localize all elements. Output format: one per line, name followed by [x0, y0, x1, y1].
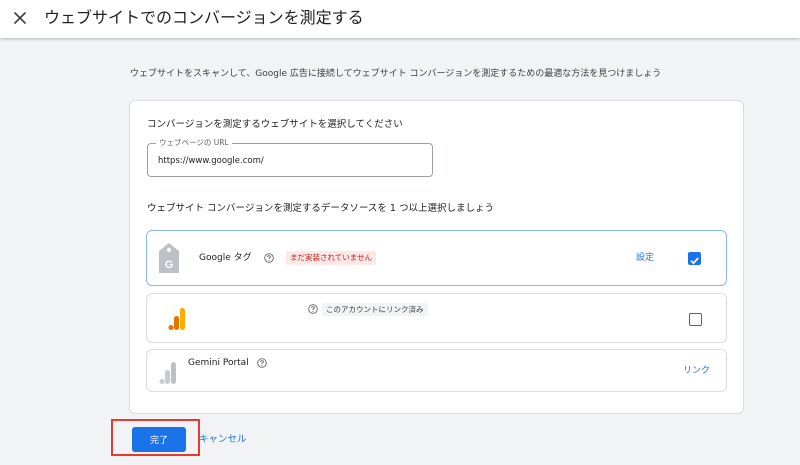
help-icon[interactable] — [257, 358, 267, 368]
google-tag-icon: G — [159, 243, 179, 273]
linked-badge: このアカウントにリンク済み — [322, 303, 428, 316]
not-implemented-badge: まだ実装されていません — [286, 251, 377, 265]
url-input[interactable] — [158, 154, 418, 168]
close-button[interactable] — [10, 8, 30, 28]
cancel-button[interactable]: キャンセル — [199, 433, 247, 447]
url-field-label: ウェブページの URL — [156, 138, 232, 148]
google-tag-name: Google タグ — [199, 253, 252, 263]
url-field[interactable]: ウェブページの URL — [147, 138, 433, 177]
website-section-title: コンバージョンを測定するウェブサイトを選択してください — [147, 119, 403, 130]
page-title: ウェブサイトでのコンバージョンを測定する — [44, 8, 364, 27]
link-gemini-portal[interactable]: リンク — [683, 365, 710, 378]
check-icon — [690, 257, 699, 265]
settings-card: コンバージョンを測定するウェブサイトを選択してください ウェブページの URL … — [129, 100, 744, 414]
source-row-google-analytics[interactable]: このアカウントにリンク済み — [146, 293, 727, 343]
gemini-portal-name: Gemini Portal — [188, 358, 249, 368]
top-app-bar: ウェブサイトでのコンバージョンを測定する — [0, 0, 800, 38]
sources-section-title: ウェブサイト コンバージョンを測定するデータソースを 1 つ以上選択しましょう — [147, 203, 494, 214]
help-icon[interactable] — [308, 304, 318, 314]
svg-text:G: G — [165, 259, 174, 271]
help-icon[interactable] — [264, 253, 274, 263]
gemini-portal-icon — [159, 362, 176, 384]
done-button[interactable]: 完了 — [132, 427, 186, 452]
google-tag-checkbox[interactable] — [688, 252, 701, 265]
source-row-google-tag[interactable]: G Google タグ まだ実装されていません 設定 — [146, 230, 727, 286]
setup-link[interactable]: 設定 — [636, 252, 654, 265]
google-analytics-icon — [168, 308, 185, 330]
close-icon — [14, 12, 26, 24]
source-row-gemini-portal[interactable]: Gemini Portal リンク — [146, 349, 727, 392]
google-analytics-checkbox[interactable] — [689, 313, 702, 326]
intro-text: ウェブサイトをスキャンして、Google 広告に接続してウェブサイト コンバージ… — [130, 69, 662, 79]
